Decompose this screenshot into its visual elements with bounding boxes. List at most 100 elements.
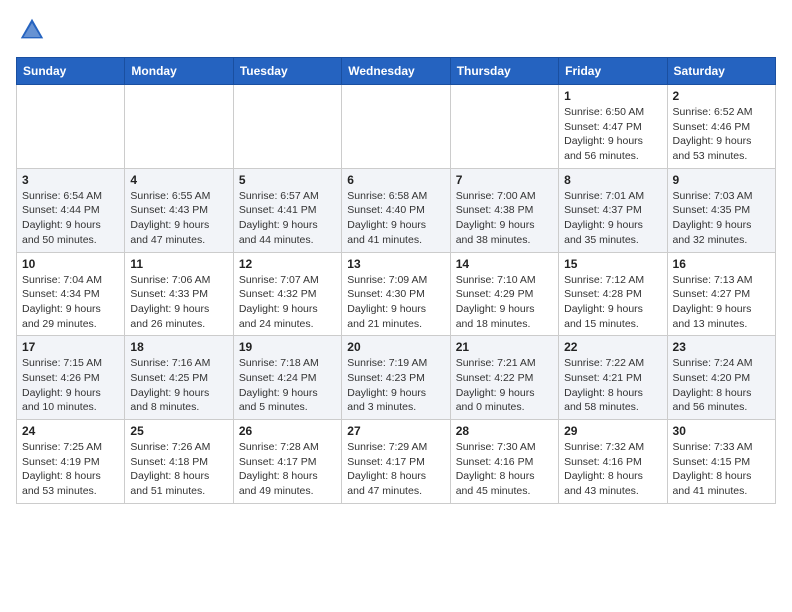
calendar-day-cell: 13 Sunrise: 7:09 AM Sunset: 4:30 PM Dayli… [342,252,450,336]
day-number: 5 [239,173,336,187]
day-number: 25 [130,424,227,438]
day-number: 15 [564,257,661,271]
day-info: Sunrise: 7:13 AM Sunset: 4:27 PM Dayligh… [673,273,770,332]
day-number: 8 [564,173,661,187]
calendar-week-row: 10Sunrise: 7:04 AM Sunset: 4:34 PM Dayli… [17,252,776,336]
day-info: Sunrise: 7:26 AM Sunset: 4:18 PM Dayligh… [130,440,227,499]
calendar-week-row: 17 Sunrise: 7:15 AM Sunset: 4:26 PM Dayli… [17,336,776,420]
day-number: 9 [673,173,770,187]
day-info: Sunrise: 7:29 AM Sunset: 4:17 PM Dayligh… [347,440,444,499]
calendar-day-cell: 22 Sunrise: 7:22 AM Sunset: 4:21 PM Dayli… [559,336,667,420]
calendar-day-cell [125,85,233,169]
day-info: Sunrise: 7:25 AM Sunset: 4:19 PM Dayligh… [22,440,119,499]
day-number: 13 [347,257,444,271]
day-info: Sunrise: 7:28 AM Sunset: 4:17 PM Dayligh… [239,440,336,499]
day-info: Sunrise: 7:15 AM Sunset: 4:26 PM Dayligh… [22,356,119,415]
day-number: 23 [673,340,770,354]
calendar-day-cell: 3Sunrise: 6:54 AM Sunset: 4:44 PM Daylig… [17,168,125,252]
calendar-day-cell: 8 Sunrise: 7:01 AM Sunset: 4:37 PM Daylig… [559,168,667,252]
calendar-day-cell: 20 Sunrise: 7:19 AM Sunset: 4:23 PM Dayli… [342,336,450,420]
day-info: Sunrise: 7:19 AM Sunset: 4:23 PM Dayligh… [347,356,444,415]
calendar-day-cell: 16 Sunrise: 7:13 AM Sunset: 4:27 PM Dayli… [667,252,775,336]
calendar-day-cell: 10Sunrise: 7:04 AM Sunset: 4:34 PM Dayli… [17,252,125,336]
day-info: Sunrise: 7:16 AM Sunset: 4:25 PM Dayligh… [130,356,227,415]
calendar-day-cell: 23 Sunrise: 7:24 AM Sunset: 4:20 PM Dayli… [667,336,775,420]
day-number: 22 [564,340,661,354]
calendar-day-cell [450,85,558,169]
day-info: Sunrise: 7:21 AM Sunset: 4:22 PM Dayligh… [456,356,553,415]
weekday-header-friday: Friday [559,58,667,85]
calendar-day-cell: 18 Sunrise: 7:16 AM Sunset: 4:25 PM Dayli… [125,336,233,420]
calendar-day-cell: 21 Sunrise: 7:21 AM Sunset: 4:22 PM Dayli… [450,336,558,420]
weekday-header-wednesday: Wednesday [342,58,450,85]
day-number: 19 [239,340,336,354]
weekday-header-thursday: Thursday [450,58,558,85]
day-number: 2 [673,89,770,103]
day-number: 26 [239,424,336,438]
day-number: 24 [22,424,119,438]
day-info: Sunrise: 7:18 AM Sunset: 4:24 PM Dayligh… [239,356,336,415]
calendar-day-cell [17,85,125,169]
day-number: 30 [673,424,770,438]
calendar-day-cell: 11 Sunrise: 7:06 AM Sunset: 4:33 PM Dayli… [125,252,233,336]
day-info: Sunrise: 7:30 AM Sunset: 4:16 PM Dayligh… [456,440,553,499]
day-number: 11 [130,257,227,271]
day-number: 7 [456,173,553,187]
calendar-day-cell: 17 Sunrise: 7:15 AM Sunset: 4:26 PM Dayli… [17,336,125,420]
day-info: Sunrise: 7:00 AM Sunset: 4:38 PM Dayligh… [456,189,553,248]
day-info: Sunrise: 7:01 AM Sunset: 4:37 PM Dayligh… [564,189,661,248]
calendar-day-cell: 27Sunrise: 7:29 AM Sunset: 4:17 PM Dayli… [342,420,450,504]
day-info: Sunrise: 6:50 AM Sunset: 4:47 PM Dayligh… [564,105,661,164]
weekday-header-monday: Monday [125,58,233,85]
day-number: 4 [130,173,227,187]
calendar-day-cell: 15 Sunrise: 7:12 AM Sunset: 4:28 PM Dayli… [559,252,667,336]
calendar-day-cell: 30 Sunrise: 7:33 AM Sunset: 4:15 PM Dayli… [667,420,775,504]
day-info: Sunrise: 7:09 AM Sunset: 4:30 PM Dayligh… [347,273,444,332]
calendar-day-cell: 7 Sunrise: 7:00 AM Sunset: 4:38 PM Daylig… [450,168,558,252]
day-info: Sunrise: 7:22 AM Sunset: 4:21 PM Dayligh… [564,356,661,415]
calendar-day-cell: 14Sunrise: 7:10 AM Sunset: 4:29 PM Dayli… [450,252,558,336]
calendar-week-row: 24 Sunrise: 7:25 AM Sunset: 4:19 PM Dayli… [17,420,776,504]
calendar-table: SundayMondayTuesdayWednesdayThursdayFrid… [16,57,776,504]
day-info: Sunrise: 7:06 AM Sunset: 4:33 PM Dayligh… [130,273,227,332]
calendar-day-cell: 19 Sunrise: 7:18 AM Sunset: 4:24 PM Dayli… [233,336,341,420]
day-info: Sunrise: 7:12 AM Sunset: 4:28 PM Dayligh… [564,273,661,332]
logo [16,16,46,49]
calendar-day-cell [342,85,450,169]
day-info: Sunrise: 7:10 AM Sunset: 4:29 PM Dayligh… [456,273,553,332]
day-number: 20 [347,340,444,354]
day-number: 6 [347,173,444,187]
day-number: 1 [564,89,661,103]
weekday-header-sunday: Sunday [17,58,125,85]
day-info: Sunrise: 7:24 AM Sunset: 4:20 PM Dayligh… [673,356,770,415]
day-number: 3 [22,173,119,187]
day-number: 29 [564,424,661,438]
day-number: 16 [673,257,770,271]
calendar-header-row: SundayMondayTuesdayWednesdayThursdayFrid… [17,58,776,85]
calendar-day-cell: 12 Sunrise: 7:07 AM Sunset: 4:32 PM Dayli… [233,252,341,336]
day-info: Sunrise: 7:07 AM Sunset: 4:32 PM Dayligh… [239,273,336,332]
day-number: 28 [456,424,553,438]
day-info: Sunrise: 7:04 AM Sunset: 4:34 PM Dayligh… [22,273,119,332]
calendar-day-cell: 4 Sunrise: 6:55 AM Sunset: 4:43 PM Daylig… [125,168,233,252]
weekday-header-tuesday: Tuesday [233,58,341,85]
day-number: 21 [456,340,553,354]
calendar-day-cell [233,85,341,169]
day-info: Sunrise: 6:55 AM Sunset: 4:43 PM Dayligh… [130,189,227,248]
day-number: 18 [130,340,227,354]
calendar-day-cell: 2 Sunrise: 6:52 AM Sunset: 4:46 PM Daylig… [667,85,775,169]
calendar-day-cell: 6 Sunrise: 6:58 AM Sunset: 4:40 PM Daylig… [342,168,450,252]
day-number: 17 [22,340,119,354]
calendar-day-cell: 1 Sunrise: 6:50 AM Sunset: 4:47 PM Daylig… [559,85,667,169]
day-info: Sunrise: 7:03 AM Sunset: 4:35 PM Dayligh… [673,189,770,248]
day-info: Sunrise: 6:58 AM Sunset: 4:40 PM Dayligh… [347,189,444,248]
calendar-week-row: 3Sunrise: 6:54 AM Sunset: 4:44 PM Daylig… [17,168,776,252]
day-info: Sunrise: 6:52 AM Sunset: 4:46 PM Dayligh… [673,105,770,164]
day-info: Sunrise: 7:33 AM Sunset: 4:15 PM Dayligh… [673,440,770,499]
day-info: Sunrise: 7:32 AM Sunset: 4:16 PM Dayligh… [564,440,661,499]
calendar-day-cell: 5Sunrise: 6:57 AM Sunset: 4:41 PM Daylig… [233,168,341,252]
calendar-day-cell: 24 Sunrise: 7:25 AM Sunset: 4:19 PM Dayli… [17,420,125,504]
day-number: 12 [239,257,336,271]
calendar-day-cell: 29 Sunrise: 7:32 AM Sunset: 4:16 PM Dayli… [559,420,667,504]
calendar-day-cell: 28 Sunrise: 7:30 AM Sunset: 4:16 PM Dayli… [450,420,558,504]
